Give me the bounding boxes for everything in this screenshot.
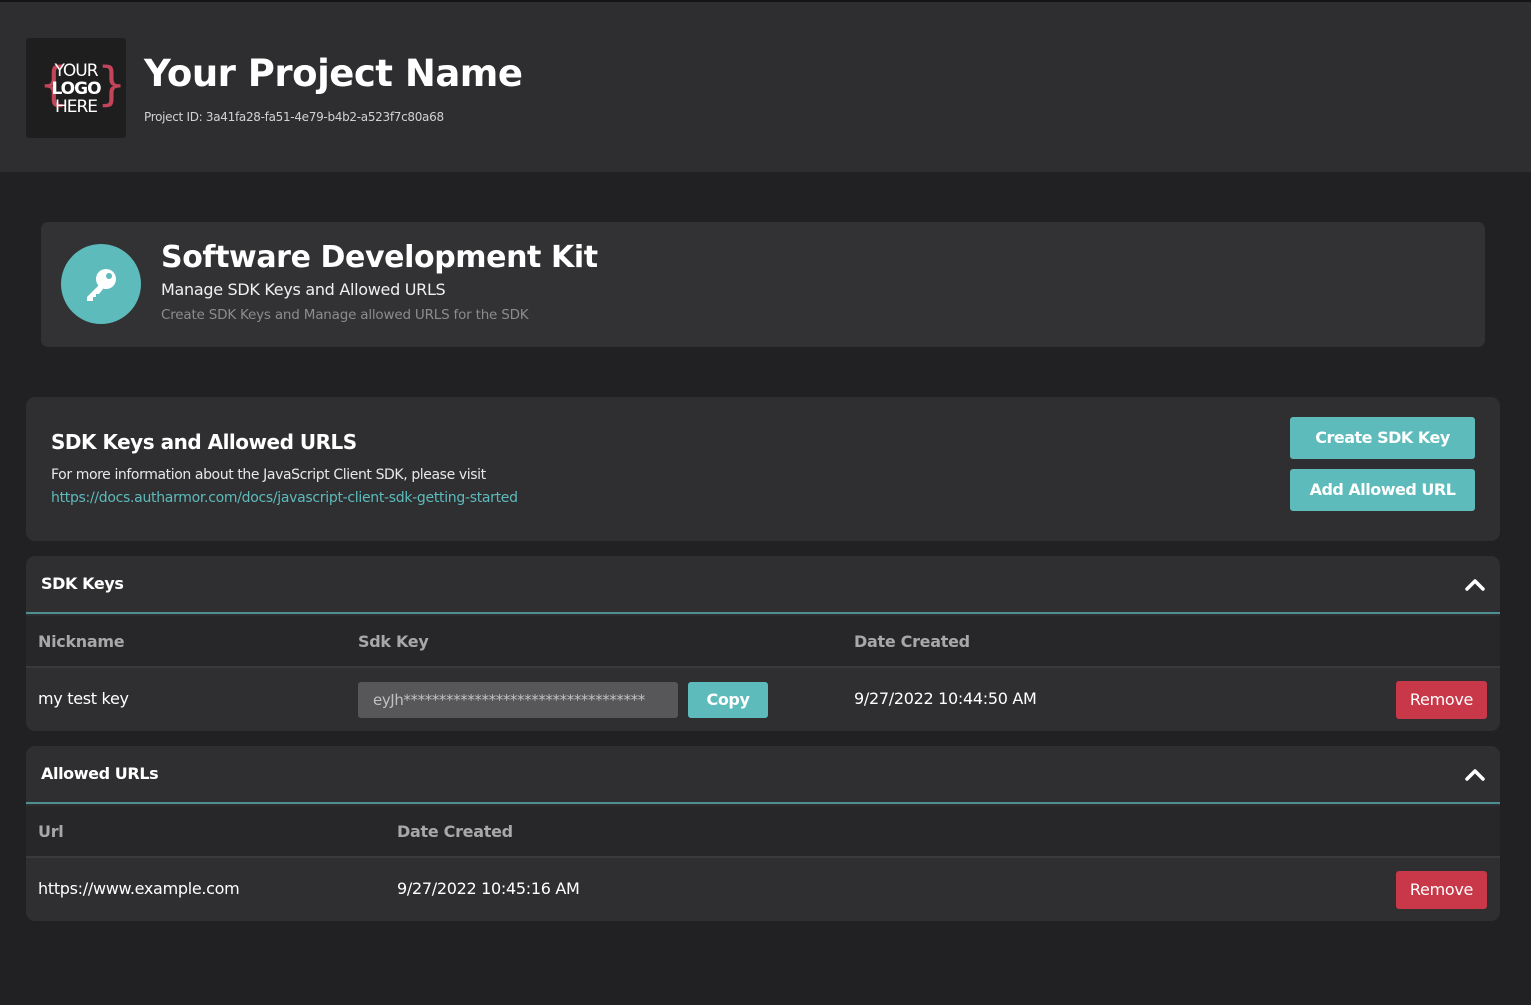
sdk-card-subtitle: Manage SDK Keys and Allowed URLS xyxy=(161,280,446,299)
add-allowed-url-button[interactable]: Add Allowed URL xyxy=(1290,469,1475,511)
sdk-key-field[interactable]: eyJh********************************** xyxy=(358,682,678,718)
key-icon-badge xyxy=(61,244,141,324)
info-title: SDK Keys and Allowed URLS xyxy=(51,430,357,454)
logo-text-line-3: HERE xyxy=(55,97,97,117)
sdk-info-card: SDK Keys and Allowed URLS For more infor… xyxy=(26,397,1500,541)
sdk-keys-panel-header[interactable]: SDK Keys xyxy=(26,556,1500,614)
chevron-up-icon[interactable] xyxy=(1465,767,1485,781)
docs-link[interactable]: https://docs.autharmor.com/docs/javascri… xyxy=(51,490,518,506)
column-header-url: Url xyxy=(38,822,64,841)
logo-text-line-1: YOUR xyxy=(53,61,98,81)
project-header: { } YOUR LOGO HERE Your Project Name Pro… xyxy=(0,2,1531,172)
logo-text-line-2: LOGO xyxy=(51,79,101,99)
table-row: my test key eyJh************************… xyxy=(26,668,1500,731)
column-header-date-created: Date Created xyxy=(397,822,513,841)
allowed-url-value: https://www.example.com xyxy=(38,879,240,898)
sdk-key-date-created: 9/27/2022 10:44:50 AM xyxy=(854,689,1037,708)
project-id: Project ID: 3a41fa28-fa51-4e79-b4b2-a523… xyxy=(144,110,444,124)
column-header-sdk-key: Sdk Key xyxy=(358,632,429,651)
sdk-card-description: Create SDK Keys and Manage allowed URLS … xyxy=(161,307,529,323)
allowed-urls-panel-header[interactable]: Allowed URLs xyxy=(26,746,1500,804)
project-name: Your Project Name xyxy=(144,52,523,95)
logo-brace-right: } xyxy=(97,57,126,111)
key-icon xyxy=(87,269,116,301)
sdk-card-title: Software Development Kit xyxy=(161,240,598,275)
sdk-keys-table-header: Nickname Sdk Key Date Created xyxy=(26,616,1500,668)
allowed-urls-panel-title: Allowed URLs xyxy=(41,764,159,783)
logo-graphic: { } YOUR LOGO HERE xyxy=(39,57,126,117)
column-header-nickname: Nickname xyxy=(38,632,125,651)
create-sdk-key-button[interactable]: Create SDK Key xyxy=(1290,417,1475,459)
info-text: For more information about the JavaScrip… xyxy=(51,467,486,483)
remove-allowed-url-button[interactable]: Remove xyxy=(1396,871,1487,909)
remove-sdk-key-button[interactable]: Remove xyxy=(1396,681,1487,719)
sdk-summary-card: Software Development Kit Manage SDK Keys… xyxy=(41,222,1485,347)
sdk-keys-panel-title: SDK Keys xyxy=(41,574,124,593)
column-header-date-created: Date Created xyxy=(854,632,970,651)
project-logo: { } YOUR LOGO HERE xyxy=(26,38,126,138)
sdk-keys-panel: SDK Keys Nickname Sdk Key Date Created m… xyxy=(26,556,1500,731)
allowed-url-date-created: 9/27/2022 10:45:16 AM xyxy=(397,879,580,898)
allowed-urls-table-header: Url Date Created xyxy=(26,806,1500,858)
table-row: https://www.example.com 9/27/2022 10:45:… xyxy=(26,858,1500,921)
chevron-up-icon[interactable] xyxy=(1465,577,1485,591)
sdk-key-nickname: my test key xyxy=(38,689,129,708)
allowed-urls-panel: Allowed URLs Url Date Created https://ww… xyxy=(26,746,1500,921)
copy-button[interactable]: Copy xyxy=(688,682,768,718)
